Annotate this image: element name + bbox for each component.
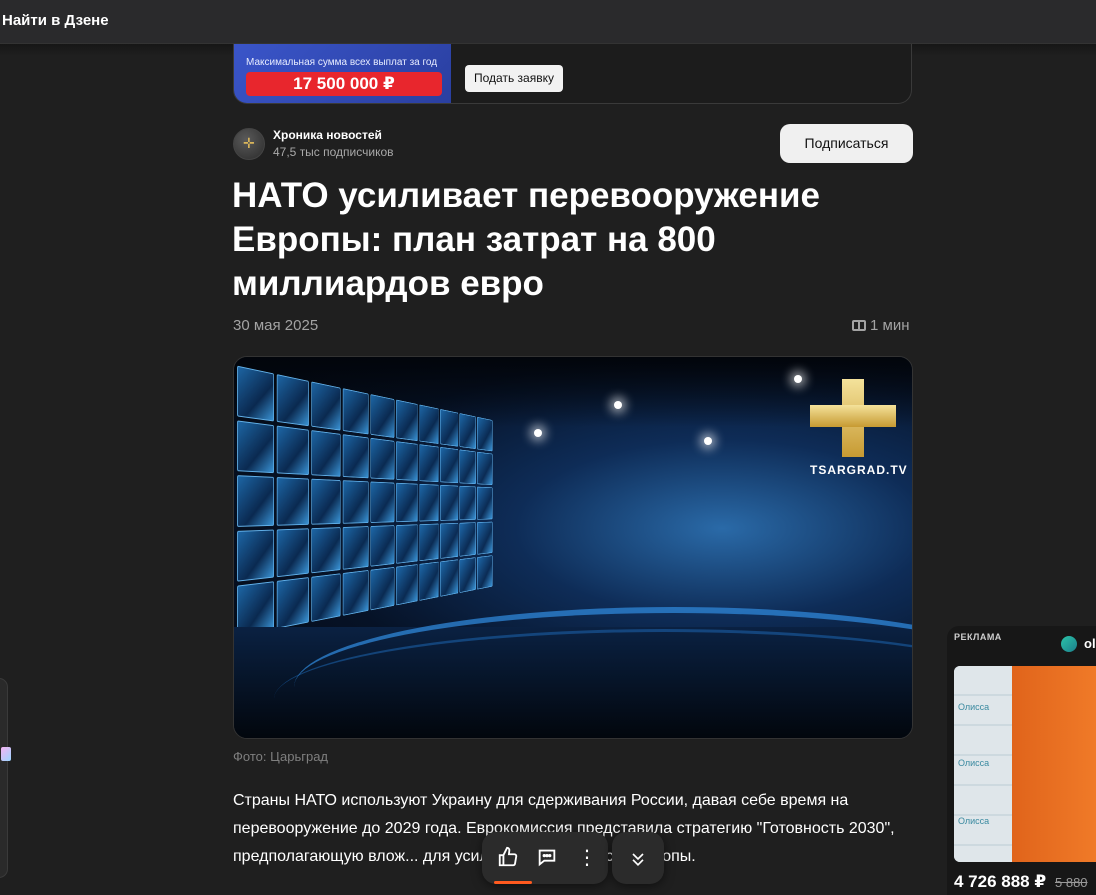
ceiling-light [794, 375, 802, 383]
top-bar: Найти в Дзене [0, 0, 1096, 56]
channel-avatar[interactable]: ✛ [233, 128, 265, 160]
left-floating-card[interactable] [0, 678, 11, 878]
ad-product-image[interactable]: Олисса Олисса Олисса [954, 666, 1096, 862]
book-icon [852, 320, 866, 331]
article-title: НАТО усиливает перевооружение Европы: пл… [232, 176, 820, 303]
ad-brand-icon [1061, 636, 1077, 652]
read-time-value: 1 мин [870, 317, 910, 334]
channel-name[interactable]: Хроника новостей [273, 128, 382, 142]
side-ad[interactable]: РЕКЛАМА ol Олисса Олисса Олисса 4 726 88… [947, 626, 1096, 895]
channel-logo-icon: ✛ [243, 135, 255, 151]
comment-icon[interactable] [535, 846, 559, 870]
ad-label: РЕКЛАМА [954, 632, 1002, 642]
promo-banner[interactable]: Максимальная сумма всех выплат за год 17… [233, 44, 912, 104]
ad-brand: ol [1084, 636, 1096, 651]
ceiling-light [614, 401, 622, 409]
subscribe-button[interactable]: Подписаться [780, 124, 913, 163]
ceiling-light [704, 437, 712, 445]
ceiling-light [534, 429, 542, 437]
read-time: 1 мин [852, 317, 910, 334]
banner-panel: Максимальная сумма всех выплат за год 17… [234, 44, 451, 103]
action-bar: ⋮ [482, 832, 608, 884]
pack-brand-text: Олисса [958, 816, 990, 826]
photo-caption: Фото: Царьград [233, 749, 329, 764]
image-watermark: TSARGRAD.TV [810, 463, 908, 477]
search-dzen-link[interactable]: Найти в Дзене [2, 12, 109, 29]
banner-caption: Максимальная сумма всех выплат за год [246, 57, 438, 68]
ad-price: 4 726 888 ₽ [954, 872, 1047, 891]
publish-date: 30 мая 2025 [233, 317, 319, 334]
pack-brand-text: Олисса [958, 758, 990, 768]
pack-brand-text: Олисса [958, 702, 990, 712]
ad-old-price: 5 880 [1055, 875, 1088, 890]
product-box [1012, 666, 1096, 862]
channel-subscribers: 47,5 тыс подписчиков [273, 145, 394, 159]
thumbs-up-icon[interactable] [496, 846, 520, 870]
banner-amount: 17 500 000 ₽ [246, 72, 442, 96]
gem-icon [1, 747, 11, 761]
chevron-double-down-icon[interactable] [612, 832, 664, 884]
article-image[interactable]: TSARGRAD.TV [233, 356, 913, 739]
apply-button[interactable]: Подать заявку [465, 65, 563, 92]
like-indicator [494, 881, 532, 884]
tsargrad-logo [810, 379, 896, 461]
more-vertical-icon[interactable]: ⋮ [575, 846, 599, 870]
